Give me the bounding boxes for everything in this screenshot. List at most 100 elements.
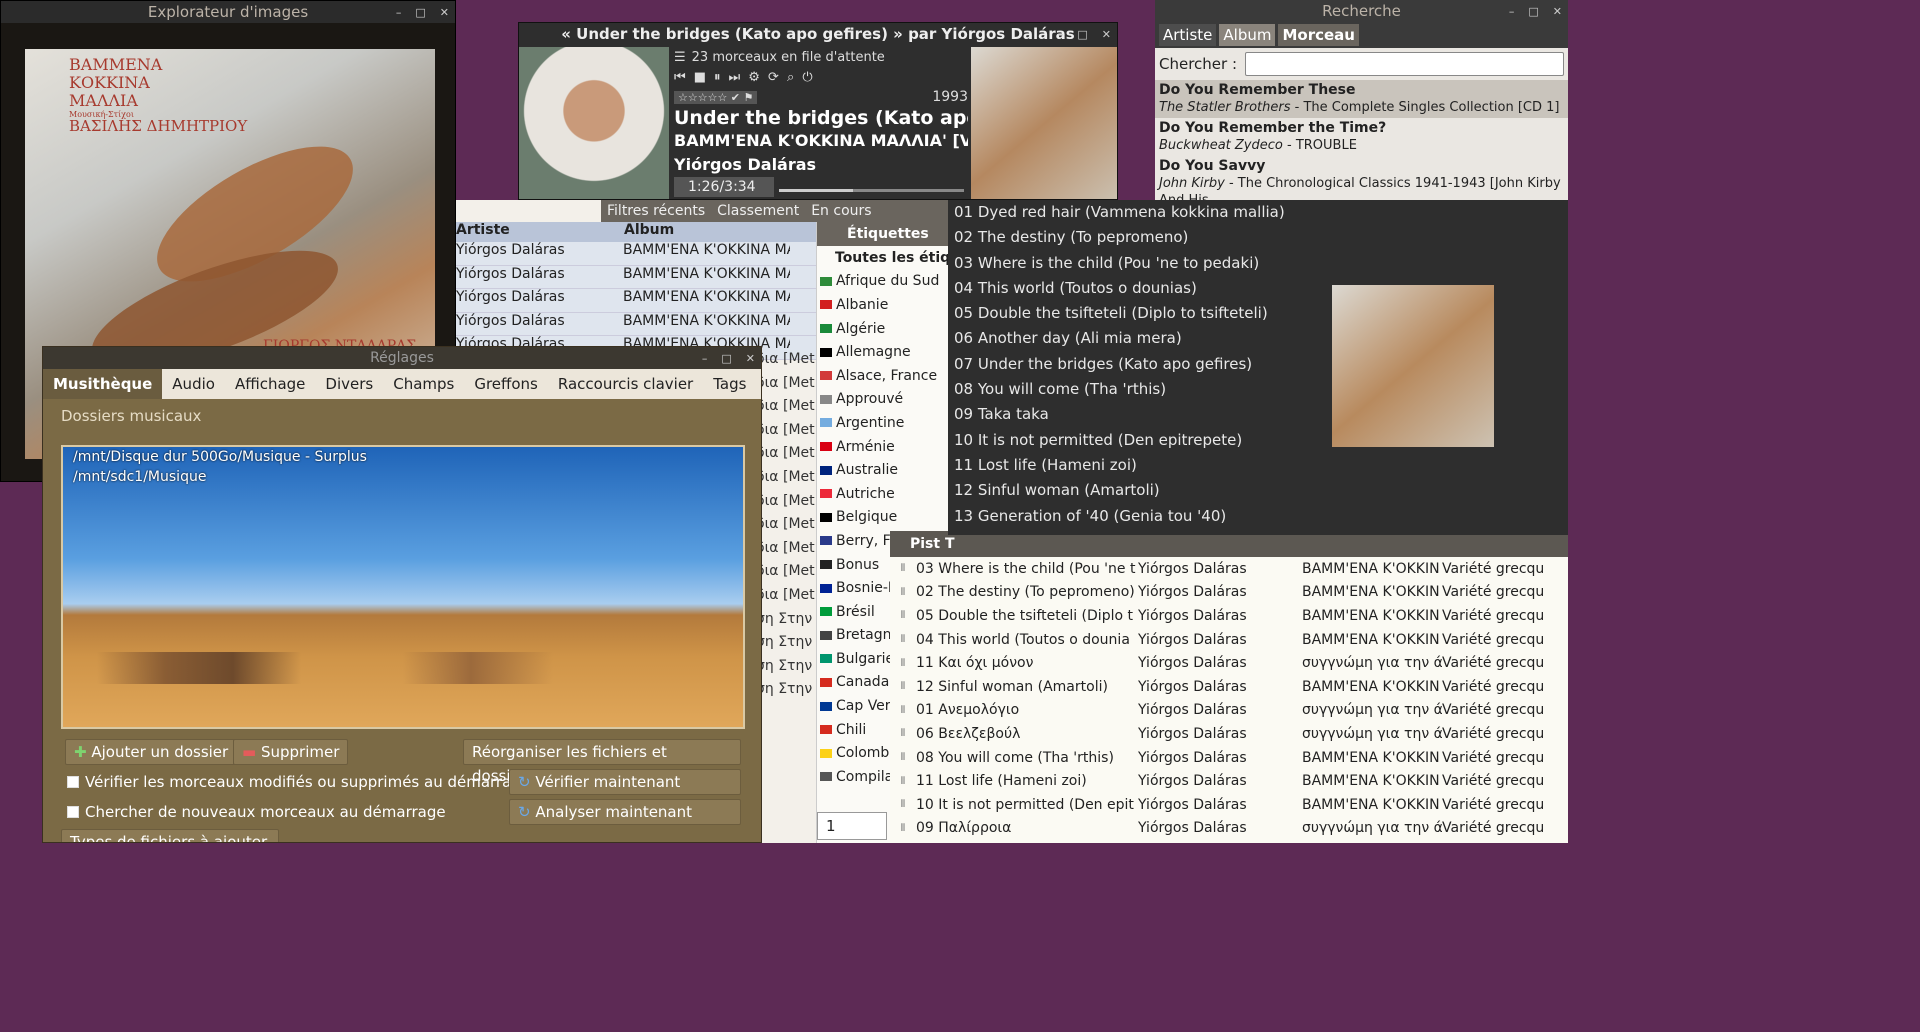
search-input[interactable] [1245,52,1564,76]
checkbox-icon[interactable] [67,806,79,818]
rating-stars[interactable]: ☆☆☆☆☆ ✔ ⚑ [674,90,758,104]
tag-item[interactable]: Alsace, France [817,364,951,388]
album-column-header[interactable]: Album [624,222,674,238]
menu-icon[interactable]: ☰ [674,50,686,65]
table-row[interactable]: ⦀ 06 Βεελζεβούλ Yiórgos Daláras συγγνώμη γι… [890,722,1568,746]
album-fragment[interactable]: ση Στην [756,678,816,702]
library-row[interactable]: Yiórgos Daláras BAMM'ENA K'OKKINA MAΛΛ [456,312,816,337]
scan-now-button[interactable]: ↻ Analyser maintenant [509,799,741,825]
minimize-icon[interactable]: – [396,6,402,19]
artist-column-header[interactable]: Artiste [456,222,510,238]
tag-item[interactable]: Australie [817,458,951,482]
table-row[interactable]: ⦀ 05 Double the tsifteteli (Diplo t Yiórgo… [890,604,1568,628]
library-row[interactable]: Yiórgos Daláras BAMM'ENA K'OKKINA MAΛΛ [456,265,816,290]
music-folders-list[interactable]: /mnt/Disque dur 500Go/Musique - Surplus … [61,445,745,729]
table-row[interactable]: ⦀ 08 You will come (Tha 'rthis) Yiórgos Da… [890,746,1568,770]
library-row[interactable]: Yiórgos Daláras BAMM'ENA K'OKKINA MAΛΛ [456,242,816,266]
album-fragment[interactable]: ση Στην [756,655,816,679]
close-icon[interactable]: ✕ [1102,28,1111,41]
settings-tab[interactable]: Raccourcis clavier [548,369,703,399]
table-row[interactable]: ⦀ 10 It is not permitted (Den epit Yiórgos… [890,793,1568,817]
next-icon[interactable]: ⏭ [729,70,743,85]
maximize-icon[interactable]: □ [721,352,731,365]
maximize-icon[interactable]: □ [1528,5,1538,18]
folder-item[interactable]: /mnt/Disque dur 500Go/Musique - Surplus [63,447,743,467]
quantity-stepper[interactable]: 1 [817,812,887,840]
popup-track-item[interactable]: 11 Lost life (Hameni zoi) [948,453,1568,478]
checkbox-icon[interactable] [67,776,79,788]
stop-icon[interactable]: ■ [694,70,708,85]
tag-item[interactable]: Arménie [817,435,951,459]
search-result[interactable]: Do You Savvy John Kirby - The Chronologic… [1155,156,1568,200]
tab-album[interactable]: Album [1219,24,1276,46]
filter-current-tab[interactable]: En cours [811,203,871,219]
filter-recent-tab[interactable]: Filtres récents [607,203,705,219]
table-row[interactable]: ⦀ 12 Sinful woman (Amartoli) Yiórgos Dalár… [890,675,1568,699]
album-fragment[interactable]: δια [Met [756,560,816,584]
album-fragment[interactable]: δια [Met [756,419,816,443]
tag-item[interactable]: Approuvé [817,388,951,412]
minimize-icon[interactable]: – [1509,5,1515,18]
popup-track-item[interactable]: 03 Where is the child (Pou 'ne to pedaki… [948,251,1568,276]
album-fragment[interactable]: δια [Met [756,537,816,561]
tag-item[interactable]: Belgique [817,506,951,530]
maximize-icon[interactable]: □ [1077,28,1087,41]
table-row[interactable]: ⦀ 01 Ανεμολόγιο Yiórgos Daláras συγγνώμη γι… [890,699,1568,723]
folder-item[interactable]: /mnt/sdc1/Musique [63,467,743,487]
minimize-icon[interactable]: – [1058,28,1064,41]
close-icon[interactable]: ✕ [440,6,449,19]
tag-item[interactable]: Afrique du Sud [817,270,951,294]
check-modified-checkbox[interactable]: Vérifier les morceaux modifiés ou suppri… [67,773,530,791]
tag-item[interactable]: Allemagne [817,340,951,364]
seek-bar[interactable] [779,189,964,192]
file-types-button[interactable]: Types de fichiers à ajouter [61,829,279,842]
minimize-icon[interactable]: – [702,352,708,365]
tab-track[interactable]: Morceau [1278,24,1359,46]
tags-all[interactable]: Toutes les étiquettes [817,246,951,270]
album-fragment[interactable]: δια [Met [756,372,816,396]
album-fragment[interactable]: δια [Met [756,348,816,372]
settings-tab[interactable]: Tags [703,369,756,399]
tags-header[interactable]: Étiquettes [817,222,951,246]
settings-tab[interactable]: Affichage [225,369,315,399]
remove-button[interactable]: ▬ Supprimer [233,739,349,765]
reorganize-button[interactable]: Réorganiser les fichiers et dossiers... [463,739,741,785]
settings-tab[interactable]: Audio [162,369,225,399]
settings-tab[interactable]: Champs [383,369,464,399]
table-row[interactable]: ⦀08 Ένα και το αυτόYiórgos Dalárasσυγγνώ… [890,840,1568,843]
close-icon[interactable]: ✕ [746,352,755,365]
tag-item[interactable]: Autriche [817,482,951,506]
tag-item[interactable]: Albanie [817,293,951,317]
check-new-checkbox[interactable]: Chercher de nouveaux morceaux au démarra… [67,803,446,821]
maximize-icon[interactable]: □ [415,6,425,19]
table-row[interactable]: ⦀ 03 Where is the child (Pou 'ne t Yiórgos… [890,557,1568,581]
tab-artist[interactable]: Artiste [1159,24,1217,46]
album-fragment[interactable]: δια [Met [756,395,816,419]
table-row[interactable]: ⦀ 09 Παλίρροια Yiórgos Daláras συγγνώμη για… [890,817,1568,841]
filter-ranking-tab[interactable]: Classement [717,203,799,219]
tag-item[interactable]: Algérie [817,317,951,341]
add-folder-button[interactable]: ✚ Ajouter un dossier [65,739,238,765]
table-row[interactable]: ⦀ 02 The destiny (To pepromeno) Yiórgos Da… [890,581,1568,605]
album-fragment[interactable]: δια [Met [756,490,816,514]
settings-tab[interactable]: Musithèque [43,369,163,399]
pause-icon[interactable]: ⏸ [714,70,723,85]
table-row[interactable]: ⦀ 11 Lost life (Hameni zoi) Yiórgos Dalára… [890,769,1568,793]
verify-now-button[interactable]: ↻ Vérifier maintenant [509,769,741,795]
popup-track-item[interactable]: 02 The destiny (To pepromeno) [948,225,1568,250]
library-row[interactable]: Yiórgos Daláras BAMM'ENA K'OKKINA MAΛΛ [456,289,816,313]
popup-track-item[interactable]: 13 Generation of '40 (Genia tou '40) [948,504,1568,529]
search-result[interactable]: Do You Remember These The Statler Brother… [1155,80,1568,118]
album-fragment[interactable]: ση Στην [756,608,816,632]
album-fragment[interactable]: ση Στην [756,631,816,655]
settings-tab[interactable]: Divers [315,369,383,399]
settings-tab[interactable]: Greffons [464,369,548,399]
popup-track-item[interactable]: 12 Sinful woman (Amartoli) [948,478,1568,503]
close-icon[interactable]: ✕ [1553,5,1562,18]
album-fragment[interactable]: δια [Met [756,466,816,490]
table-row[interactable]: ⦀ 04 This world (Toutos o dounia Yiórgos D… [890,628,1568,652]
album-fragment[interactable]: δια [Met [756,584,816,608]
table-row[interactable]: ⦀ 11 Και όχι μόνον Yiórgos Daláras συγγνώμη… [890,651,1568,675]
search-result[interactable]: Do You Remember the Time? Buckwheat Zydec… [1155,118,1568,156]
album-fragment[interactable]: δια [Met [756,442,816,466]
